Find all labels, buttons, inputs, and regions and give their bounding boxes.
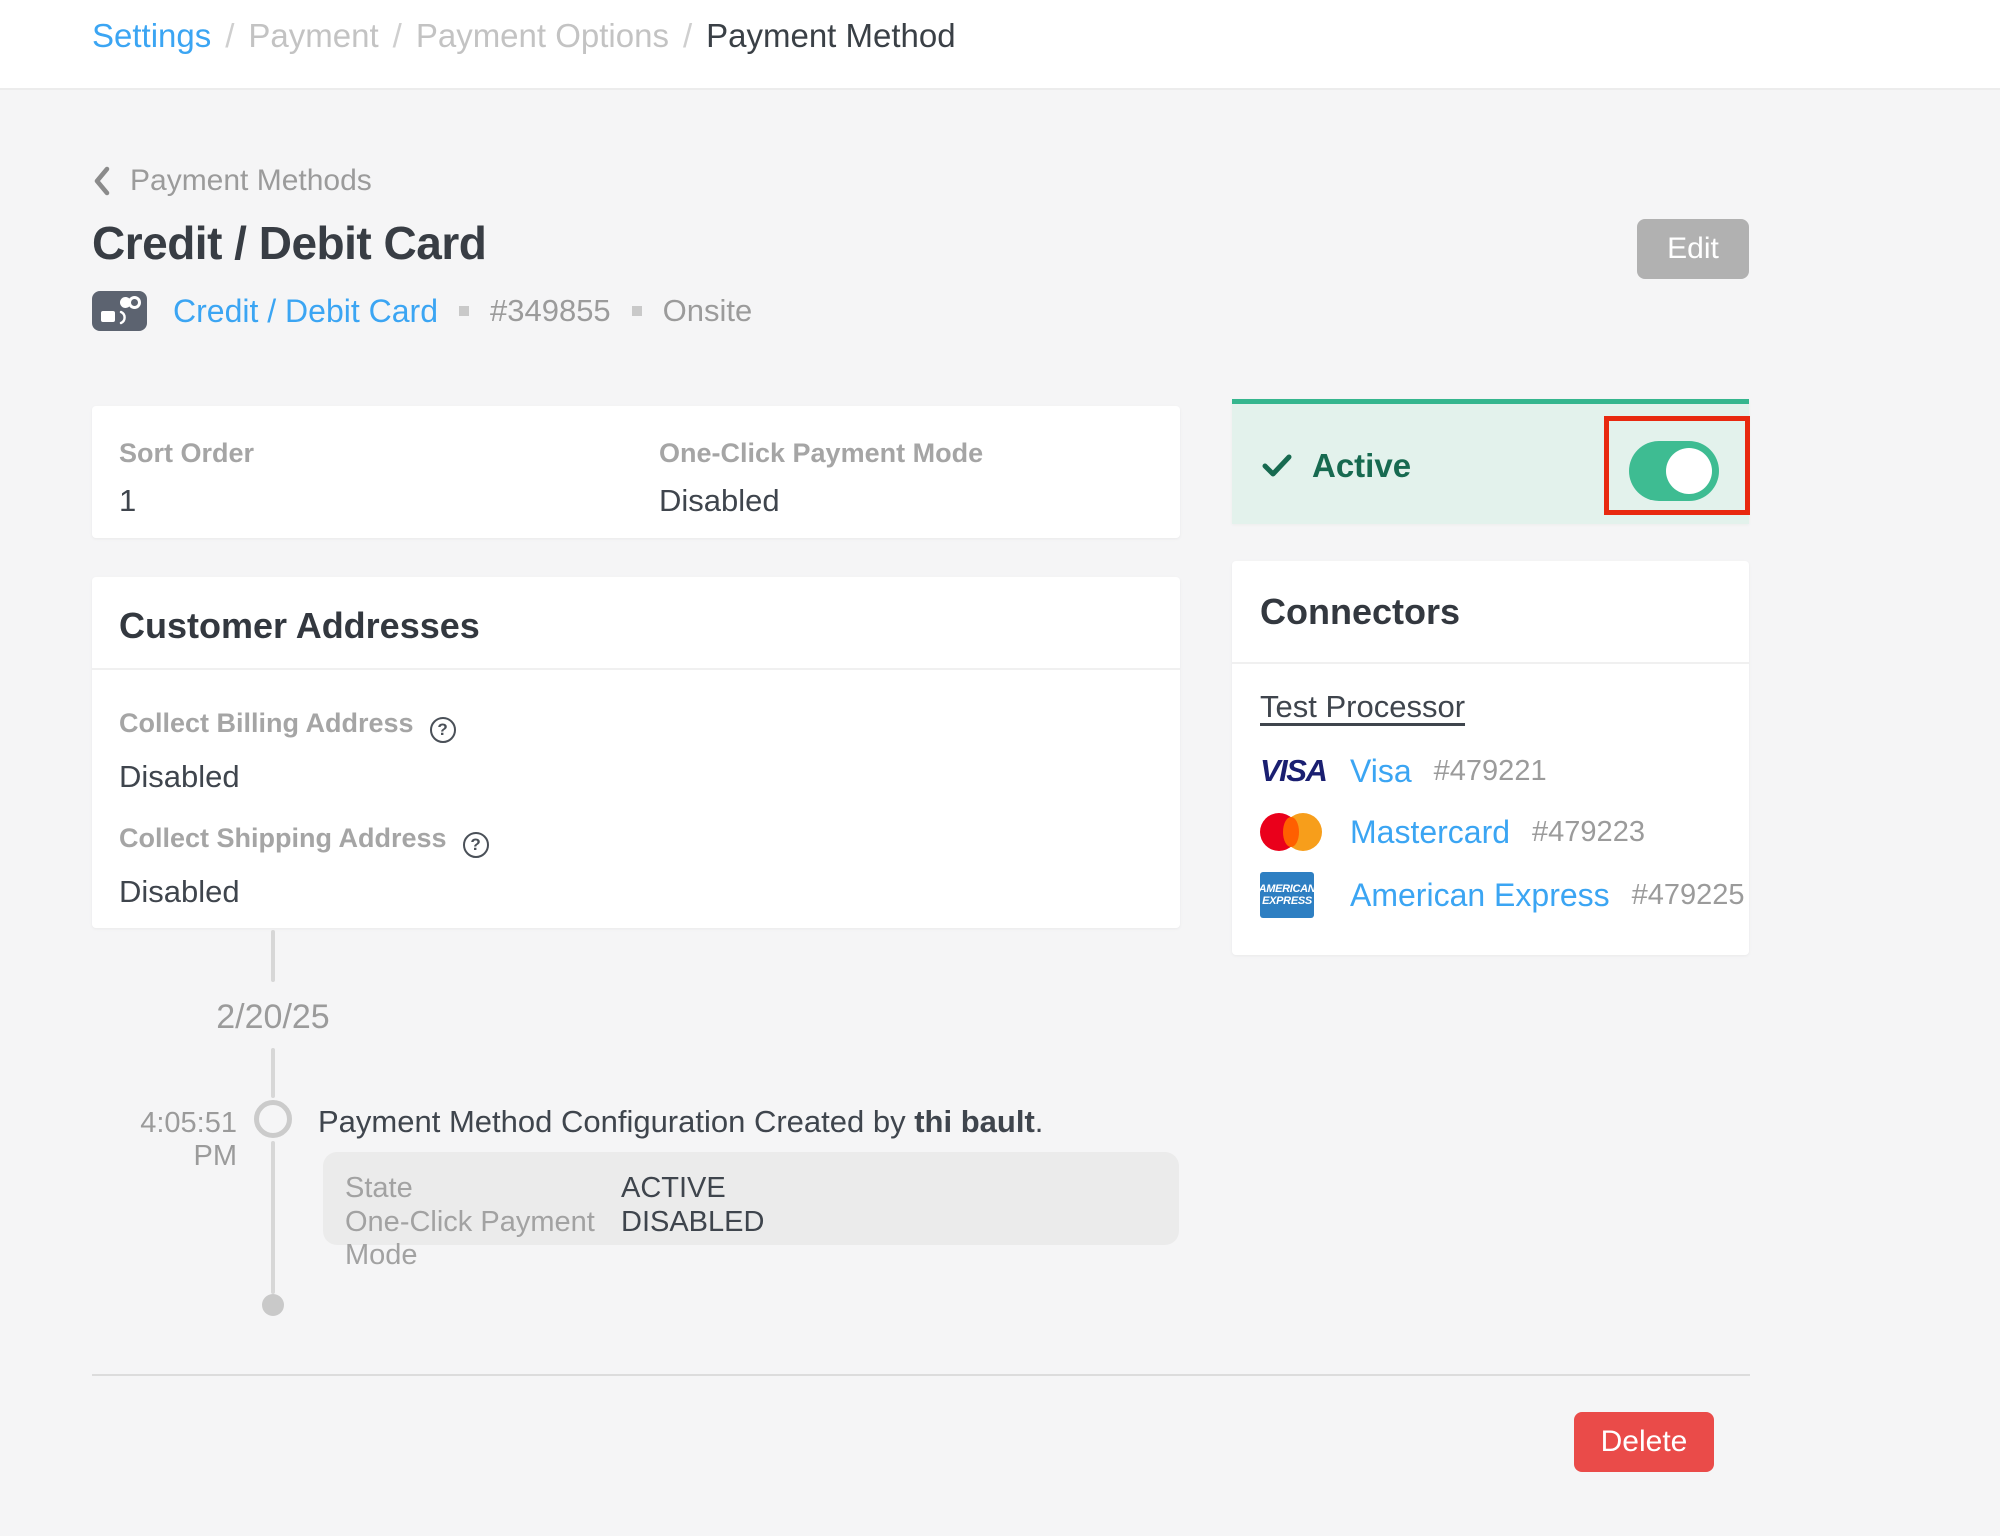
sort-order-field: Sort Order 1 [119, 438, 254, 519]
summary-card: Sort Order 1 One-Click Payment Mode Disa… [92, 406, 1180, 538]
breadcrumb-payment-method: Payment Method [706, 16, 955, 56]
breadcrumb-separator: / [225, 16, 234, 56]
billing-address-field: Collect Billing Address? Disabled [119, 708, 456, 795]
page-title: Credit / Debit Card [92, 216, 486, 270]
breadcrumb-separator: / [393, 16, 402, 56]
customer-addresses-card: Customer Addresses Collect Billing Addre… [92, 577, 1180, 928]
separator-square [459, 306, 469, 316]
shipping-address-field: Collect Shipping Address? Disabled [119, 823, 489, 910]
separator-square [632, 306, 642, 316]
breadcrumb-payment: Payment [248, 16, 378, 56]
divider [92, 1374, 1750, 1376]
timeline-time: 4:05:51 PM [95, 1107, 237, 1173]
one-click-value: Disabled [659, 483, 983, 519]
help-icon[interactable]: ? [430, 717, 456, 743]
divider [92, 668, 1180, 670]
sort-order-label: Sort Order [119, 438, 254, 469]
one-click-label: One-Click Payment Mode [659, 438, 983, 469]
connector-link-visa[interactable]: Visa [1350, 753, 1412, 790]
sort-order-value: 1 [119, 483, 254, 519]
connector-id-mastercard: #479223 [1532, 816, 1645, 849]
timeline-event-marker [254, 1100, 292, 1138]
detail-label: State [345, 1172, 621, 1205]
breadcrumb-separator: / [683, 16, 692, 56]
detail-row-one-click: One-Click Payment Mode DISABLED [345, 1206, 764, 1272]
breadcrumb: Settings / Payment / Payment Options / P… [92, 16, 956, 56]
connector-group-link[interactable]: Test Processor [1260, 689, 1465, 725]
connectors-title: Connectors [1260, 591, 1460, 633]
edit-button[interactable]: Edit [1637, 219, 1749, 279]
active-status-panel: Active [1232, 399, 1749, 524]
timeline-date: 2/20/25 [173, 998, 373, 1037]
breadcrumb-payment-options: Payment Options [416, 16, 669, 56]
back-link-label: Payment Methods [130, 164, 372, 198]
timeline-line [271, 1048, 275, 1098]
detail-row-state: State ACTIVE [345, 1172, 726, 1205]
connector-row-amex: AMERICAN EXPRESS American Express #47922… [1260, 871, 1745, 919]
timeline-event-actor: thi bault [914, 1104, 1035, 1139]
one-click-field: One-Click Payment Mode Disabled [659, 438, 983, 519]
active-toggle[interactable] [1629, 441, 1719, 501]
active-status-label: Active [1312, 447, 1411, 485]
connector-id-visa: #479221 [1434, 755, 1547, 788]
shipping-address-label: Collect Shipping Address [119, 823, 447, 853]
back-to-payment-methods-link[interactable]: Payment Methods [92, 164, 372, 198]
detail-value: DISABLED [621, 1206, 764, 1272]
payment-method-id: #349855 [490, 293, 611, 329]
customer-addresses-title: Customer Addresses [119, 605, 480, 647]
timeline-end-dot [262, 1294, 284, 1316]
connector-link-amex[interactable]: American Express [1350, 877, 1610, 914]
detail-value: ACTIVE [621, 1172, 726, 1205]
toggle-knob [1666, 448, 1712, 494]
timeline-event-text: Payment Method Configuration Created by … [318, 1104, 1043, 1140]
check-icon [1262, 453, 1292, 479]
timeline-event-details: State ACTIVE One-Click Payment Mode DISA… [323, 1152, 1179, 1245]
help-icon[interactable]: ? [463, 832, 489, 858]
mastercard-logo-icon [1260, 812, 1350, 852]
delete-button[interactable]: Delete [1574, 1412, 1714, 1472]
chevron-left-icon [92, 166, 112, 196]
shipping-address-value: Disabled [119, 874, 489, 910]
credit-card-icon [92, 291, 147, 331]
payment-method-type-link[interactable]: Credit / Debit Card [173, 293, 438, 330]
connector-row-mastercard: Mastercard #479223 [1260, 808, 1645, 856]
payment-method-mode: Onsite [663, 293, 753, 329]
billing-address-label: Collect Billing Address [119, 708, 414, 738]
connector-row-visa: VISA Visa #479221 [1260, 747, 1547, 795]
visa-logo-icon: VISA [1260, 753, 1350, 789]
breadcrumb-settings[interactable]: Settings [92, 16, 211, 56]
timeline-line [271, 930, 275, 982]
billing-address-value: Disabled [119, 759, 456, 795]
detail-label: One-Click Payment Mode [345, 1206, 621, 1272]
top-bar: Settings / Payment / Payment Options / P… [0, 0, 2000, 90]
connector-link-mastercard[interactable]: Mastercard [1350, 814, 1510, 851]
timeline-line [271, 1141, 275, 1294]
connectors-card: Connectors Test Processor VISA Visa #479… [1232, 561, 1749, 955]
amex-logo-icon: AMERICAN EXPRESS [1260, 872, 1350, 918]
divider [1232, 662, 1749, 664]
connector-id-amex: #479225 [1632, 879, 1745, 912]
payment-method-summary-row: Credit / Debit Card #349855 Onsite [92, 290, 752, 332]
